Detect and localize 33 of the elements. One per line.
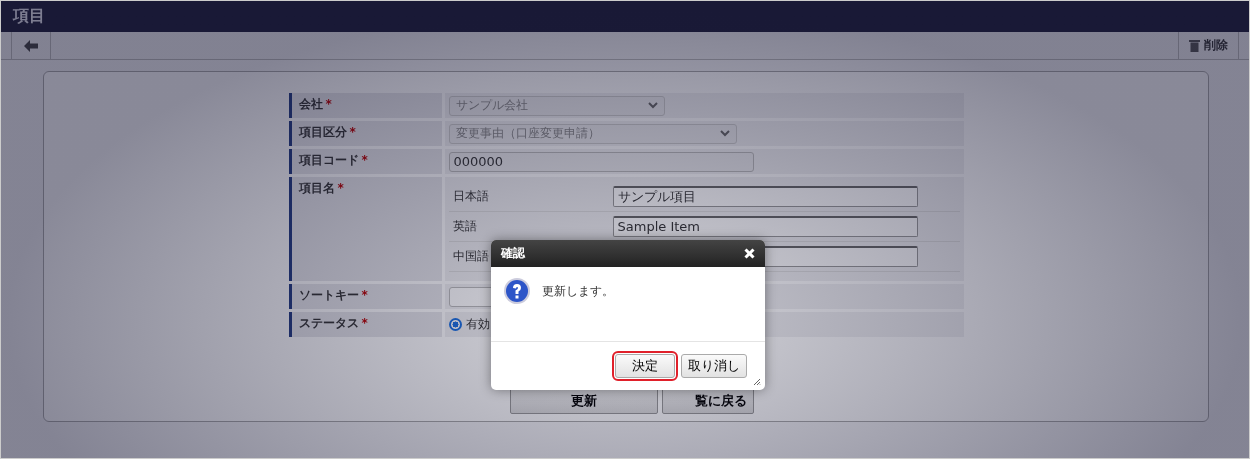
back-button[interactable] <box>11 32 51 59</box>
dialog-title: 確認 <box>501 245 525 262</box>
field-label: 項目コード * <box>288 149 442 174</box>
required-mark: * <box>337 181 344 195</box>
field-label: ステータス * <box>288 312 442 337</box>
radio-button[interactable] <box>448 318 462 331</box>
close-icon[interactable] <box>744 248 755 259</box>
delete-button[interactable]: 削除 <box>1178 32 1239 59</box>
language-label: 日本語 <box>452 188 489 205</box>
question-icon <box>503 277 531 305</box>
required-mark: * <box>361 288 368 302</box>
radio-label: 有効 <box>465 316 490 333</box>
dialog-message: 更新します。 <box>542 283 614 300</box>
page-title: 項目 <box>13 6 45 27</box>
required-mark: * <box>361 153 368 167</box>
field-label: 会社 * <box>288 93 442 118</box>
input-field[interactable]: サンプル項目 <box>612 186 918 207</box>
required-mark: * <box>325 97 332 111</box>
input-field[interactable]: Sample Item <box>612 216 918 237</box>
chevron-down-icon <box>719 130 730 137</box>
dialog-button[interactable]: 決定 <box>615 354 675 378</box>
resize-grip-icon <box>753 378 761 386</box>
chevron-down-icon <box>647 102 658 109</box>
field-label: ソートキー * <box>288 284 442 309</box>
language-label: 英語 <box>452 218 477 235</box>
dialog-button[interactable]: 取り消し <box>681 354 747 378</box>
required-mark: * <box>349 125 356 139</box>
trash-icon <box>1189 39 1200 52</box>
language-label: 中国語 <box>452 248 489 265</box>
required-mark: * <box>361 316 368 330</box>
left-arrow-icon <box>24 39 38 52</box>
field-label: 項目名 * <box>288 177 442 281</box>
field-label: 項目区分 * <box>288 121 442 146</box>
